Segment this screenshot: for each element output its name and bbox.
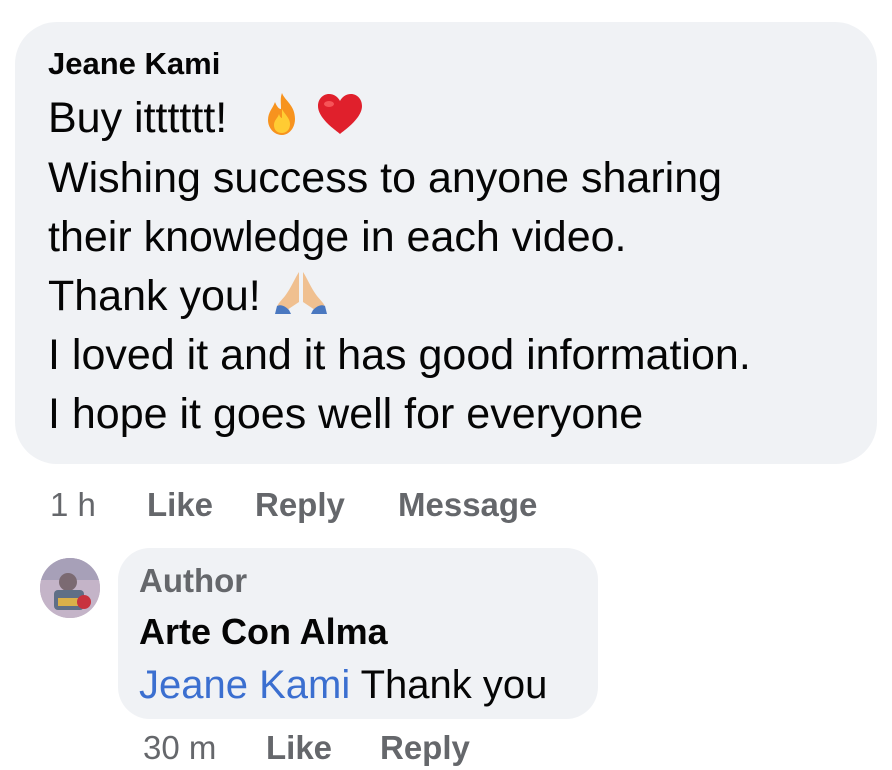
reply-like-button[interactable]: Like [266, 726, 332, 770]
comment-author-name[interactable]: Jeane Kami [48, 44, 220, 84]
comment-line-4: Thank you! [48, 268, 329, 328]
reply-reply-button[interactable]: Reply [380, 726, 470, 770]
comment-line-6: I hope it goes well for everyone [48, 390, 644, 438]
praying-hands-icon [273, 270, 329, 328]
like-button[interactable]: Like [147, 483, 213, 527]
comment-line-2: Wishing success to anyone sharing [48, 154, 723, 202]
reply-message: Thank you [350, 663, 548, 707]
avatar[interactable] [40, 558, 100, 618]
comment-line-1: Buy itttttt! [48, 90, 365, 151]
comment-line-5: I loved it and it has good information. [48, 331, 751, 379]
reply-timestamp[interactable]: 30 m [143, 726, 216, 770]
comment-timestamp[interactable]: 1 h [50, 483, 96, 527]
reply-author-name[interactable]: Arte Con Alma [139, 610, 388, 654]
reply-text: Jeane Kami Thank you [139, 660, 547, 710]
message-button[interactable]: Message [398, 483, 537, 527]
author-badge: Author [139, 562, 248, 599]
comment-text-1: Buy itttttt! [48, 94, 228, 142]
reply-button[interactable]: Reply [255, 483, 345, 527]
heart-icon [315, 92, 365, 150]
comment-line-3: their knowledge in each video. [48, 213, 627, 261]
mention-link[interactable]: Jeane Kami [139, 663, 350, 707]
fire-icon [261, 91, 303, 151]
comment-text-4: Thank you! [48, 272, 261, 320]
